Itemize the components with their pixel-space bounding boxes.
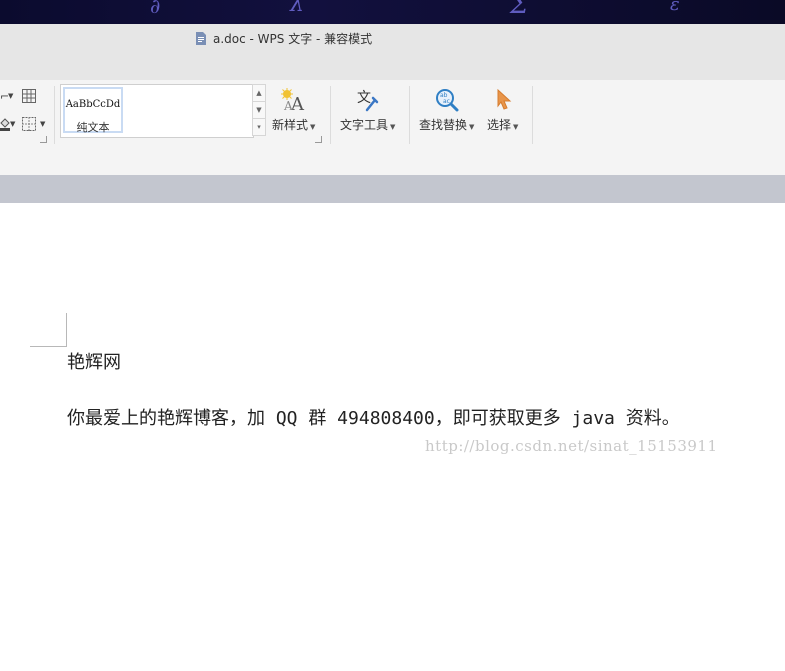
toolbar-separator (54, 86, 55, 144)
chevron-down-icon[interactable]: ▼ (8, 92, 13, 100)
window-title: a.doc - WPS 文字 - 兼容模式 (213, 32, 373, 46)
text-tools-icon: 文 (357, 90, 378, 112)
decorative-glyph: Σ (510, 0, 529, 20)
svg-text:ac: ac (443, 98, 450, 105)
document-paragraph[interactable]: 你最爱上的艳辉博客，加 QQ 群 494808400，即可获取更多 java 资… (67, 404, 680, 430)
style-gallery[interactable]: AaBbCcDd 纯文本 (60, 84, 254, 138)
border-icon[interactable] (22, 117, 36, 131)
decorative-glyph: ∂ (150, 0, 161, 18)
desktop-background-strip: ∂ λ Σ ε (0, 0, 785, 24)
ribbon-toolbar: ⌐ ▼ ▼ ▼ AaBbCcDd 纯文本 ▲ ▼ ▾ A A 新样式 ▼ 文 文… (0, 80, 785, 175)
select-cursor-icon (497, 88, 511, 110)
select-label: 选择 (487, 118, 512, 132)
chevron-down-icon: ▼ (513, 123, 519, 131)
chevron-down-icon: ▼ (390, 123, 396, 131)
scroll-up-button[interactable]: ▲ (252, 84, 266, 102)
watermark-url: http://blog.csdn.net/sinat_15153911 (425, 437, 718, 455)
chevron-down-icon[interactable]: ▼ (10, 120, 15, 128)
svg-text:文: 文 (357, 90, 371, 106)
find-replace-button[interactable]: ab ac 查找替换 ▼ (419, 88, 474, 133)
document-file-icon (196, 31, 206, 45)
window-title-wrap: a.doc - WPS 文字 - 兼容模式 (195, 30, 372, 47)
find-replace-label: 查找替换 (419, 118, 468, 132)
toolbar-separator (532, 86, 533, 144)
new-style-icon: A A (280, 88, 305, 112)
select-button[interactable]: 选择 ▼ (487, 88, 518, 133)
style-sample: AaBbCcDd (65, 99, 121, 110)
chevron-down-icon: ▼ (469, 123, 475, 131)
table-grid-icon[interactable] (22, 89, 36, 103)
new-style-button[interactable]: A A 新样式 ▼ (272, 88, 315, 133)
expand-gallery-button[interactable]: ▾ (252, 118, 266, 136)
page-margin-corner (30, 313, 67, 347)
decorative-glyph: λ (290, 0, 304, 17)
find-replace-icon: ab ac (435, 89, 459, 112)
dialog-launcher-icon[interactable] (40, 136, 47, 143)
chevron-down-icon[interactable]: ▼ (40, 120, 45, 128)
text-tools-button[interactable]: 文 文字工具 ▼ (340, 88, 395, 133)
scroll-down-button[interactable]: ▼ (252, 101, 266, 119)
toolbar-separator (409, 86, 410, 144)
toolbar-separator (330, 86, 331, 144)
style-gallery-scroller[interactable]: ▲ ▼ ▾ (252, 84, 266, 136)
chevron-down-icon: ▼ (310, 123, 316, 131)
style-item-plain-text[interactable]: AaBbCcDd 纯文本 (63, 87, 123, 134)
new-style-label: 新样式 (272, 118, 309, 132)
dialog-launcher-icon[interactable] (315, 136, 322, 143)
text-tools-label: 文字工具 (340, 118, 389, 132)
svg-text:A: A (283, 99, 293, 112)
style-name: 纯文本 (76, 121, 110, 134)
decorative-glyph: ε (670, 0, 680, 15)
document-paragraph[interactable]: 艳辉网 (67, 348, 121, 374)
ribbon-bottom-band (0, 175, 785, 204)
window-titlebar[interactable]: a.doc - WPS 文字 - 兼容模式 (0, 24, 785, 80)
shading-fill-icon[interactable] (0, 117, 10, 131)
